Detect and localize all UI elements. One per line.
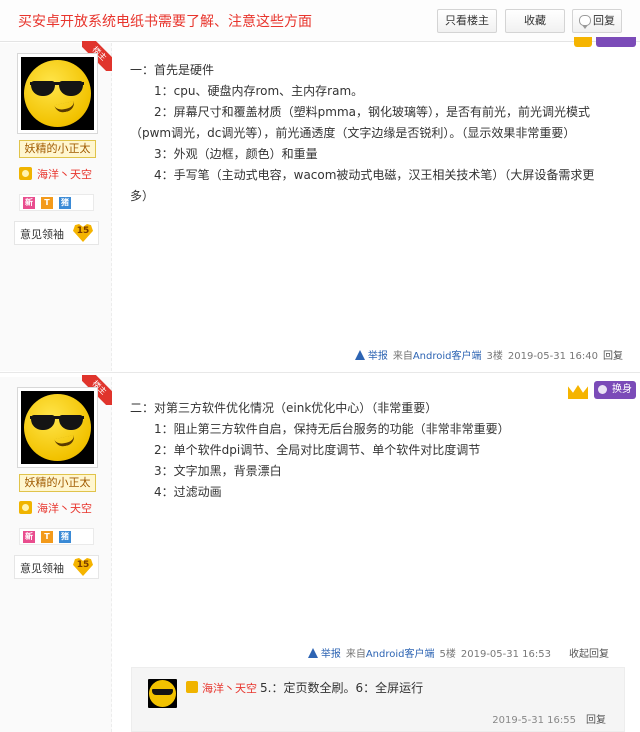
avatar[interactable] [17, 387, 98, 468]
sub-reply-username[interactable]: 海洋丶天空 [202, 682, 257, 695]
post-footer: 举报 来自Android客户端 3楼 2019-05-31 16:40 回复 [354, 349, 623, 365]
swap-tag-partial[interactable] [596, 37, 636, 47]
sub-reply-link[interactable]: 回复 [586, 715, 606, 726]
floor-number: 5楼 [439, 649, 456, 660]
post-line: 2：屏幕尺寸和覆盖材质（塑料pmma，钢化玻璃等），是否有前光，前光调光模式（p… [130, 105, 590, 140]
post-content: 二：对第三方软件优化情况（eink优化中心）（非常重要） 1：阻止第三方软件自启… [130, 398, 610, 503]
sub-reply-footer: 2019-5-31 16:55 回复 [492, 711, 606, 726]
level-heart-icon: 15 [73, 224, 93, 242]
username-link[interactable]: 妖精的小正太 [19, 474, 96, 492]
post-time: 2019-05-31 16:40 [507, 351, 598, 362]
badge-t-icon[interactable]: T [41, 531, 53, 543]
post-line: 4：手写笔（主动式电容，wacom被动式电磁，汉王相关技术笔）（大屏设备需求更多… [130, 168, 595, 203]
post-line: 4：过滤动画 [154, 485, 222, 499]
sub-reply-time: 2019-5-31 16:55 [492, 715, 576, 726]
sunglasses-smiley-avatar-icon [21, 57, 94, 130]
post-line: 一：首先是硬件 [130, 63, 215, 77]
collapse-replies-link[interactable]: 收起回复 [569, 649, 609, 660]
client-link[interactable]: Android客户端 [366, 649, 435, 660]
post-line: 2：单个软件dpi调节、全局对比度调节、单个软件对比度调节 [154, 443, 481, 457]
user-sidebar: 楼主 妖精的小正太 海洋丶天空 新 T 猪 意见领袖 15 [0, 41, 112, 371]
favorite-button[interactable]: 收藏 [505, 9, 565, 33]
badge-row: 新 T 猪 [19, 528, 94, 545]
floor-number: 3楼 [486, 351, 503, 362]
swap-costume-button[interactable]: 换身 [594, 381, 636, 399]
speech-bubble-icon [579, 15, 591, 29]
user-group[interactable]: 海洋丶天空 [19, 167, 92, 183]
post-content: 一：首先是硬件 1：cpu、硬盘内存rom、主内存ram。 2：屏幕尺寸和覆盖材… [130, 60, 610, 207]
badge-row: 新 T 猪 [19, 194, 94, 211]
post-line: 3：外观（边框，颜色）和重量 [154, 147, 318, 161]
post-line: 1：阻止第三方软件自启，保持无后台服务的功能（非常非常重要） [154, 422, 510, 436]
post-time: 2019-05-31 16:53 [460, 649, 551, 660]
user-level[interactable]: 意见领袖 15 [14, 221, 99, 245]
post-line: 3：文字加黑，背景漂白 [154, 464, 282, 478]
avatar[interactable] [148, 679, 177, 708]
crown-icon [568, 381, 588, 399]
warning-icon [354, 350, 366, 360]
sub-reply-text: 海洋丶天空 5.：定页数全刷。6：全屏运行 [186, 679, 423, 698]
thread-title: 买安卓开放系统电纸书需要了解、注意这些方面 [18, 14, 312, 30]
badge-t-icon[interactable]: T [41, 197, 53, 209]
group-crown-icon [19, 501, 32, 514]
level-title: 意见领袖 [20, 562, 64, 575]
post-floor: 楼主 妖精的小正太 海洋丶天空 新 T 猪 意见领袖 15 一：首先是硬件 1：… [0, 37, 640, 371]
group-crown-icon [19, 167, 32, 180]
sub-reply: 海洋丶天空 5.：定页数全刷。6：全屏运行 2019-5-31 16:55 回复 [131, 667, 625, 732]
warning-icon [307, 648, 319, 658]
report-link[interactable]: 举报 [354, 350, 388, 362]
client-link[interactable]: Android客户端 [413, 351, 482, 362]
sunglasses-smiley-avatar-icon [21, 391, 94, 464]
user-group[interactable]: 海洋丶天空 [19, 501, 92, 517]
post-floor: 换身 楼主 妖精的小正太 海洋丶天空 新 T 猪 意见领袖 15 二：对第三方软… [0, 372, 640, 732]
reply-button-label: 回复 [593, 14, 615, 27]
level-title: 意见领袖 [20, 228, 64, 241]
badge-pig-icon[interactable]: 猪 [59, 531, 71, 543]
badge-new-icon[interactable]: 新 [23, 531, 35, 543]
thread-header: 买安卓开放系统电纸书需要了解、注意这些方面 只看楼主 收藏 回复 [0, 0, 640, 42]
post-footer: 举报 来自Android客户端 5楼 2019-05-31 16:53 收起回复 [307, 647, 609, 663]
post-line: 1：cpu、硬盘内存rom、主内存ram。 [154, 84, 364, 98]
badge-new-icon[interactable]: 新 [23, 197, 35, 209]
badge-pig-icon[interactable]: 猪 [59, 197, 71, 209]
report-link[interactable]: 举报 [307, 648, 341, 660]
only-owner-button[interactable]: 只看楼主 [437, 9, 497, 33]
username-link[interactable]: 妖精的小正太 [19, 140, 96, 158]
group-crown-icon [186, 681, 198, 693]
level-number: 15 [76, 226, 90, 236]
crown-tag-partial [574, 37, 592, 47]
level-number: 15 [76, 560, 90, 570]
post-reply-link[interactable]: 回复 [603, 351, 623, 362]
post-line: 二：对第三方软件优化情况（eink优化中心）（非常重要） [130, 401, 438, 415]
user-level[interactable]: 意见领袖 15 [14, 555, 99, 579]
reply-button[interactable]: 回复 [572, 9, 622, 33]
level-heart-icon: 15 [73, 558, 93, 576]
user-sidebar: 楼主 妖精的小正太 海洋丶天空 新 T 猪 意见领袖 15 [0, 375, 112, 732]
avatar[interactable] [17, 53, 98, 134]
